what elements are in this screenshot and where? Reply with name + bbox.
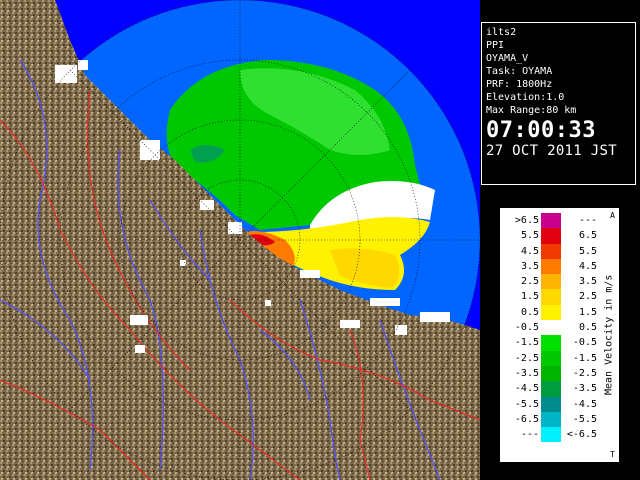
legend-swatch bbox=[541, 243, 561, 259]
legend-row-low: 1.5 bbox=[520, 291, 539, 303]
legend-row: -0.5 0.5 bbox=[501, 320, 601, 336]
legend-row-high: --- bbox=[578, 215, 597, 226]
legend-swatch bbox=[541, 289, 561, 305]
legend-rows: >6.5 --- 5.5 6.5 4.5 5.5 3.5 4.5 2.5 3.5 1.5 2.5 0.5… bbox=[501, 213, 601, 443]
legend-row: 0.5 1.5 bbox=[501, 304, 601, 321]
legend-row-high: 5.5 bbox=[578, 245, 597, 257]
legend-row-low: -1.5 bbox=[514, 337, 539, 349]
legend-row-high: 4.5 bbox=[578, 260, 597, 272]
legend-row-low: -6.5 bbox=[514, 413, 539, 425]
legend-row-low: 0.5 bbox=[520, 306, 539, 318]
legend-row: 4.5 5.5 bbox=[501, 243, 601, 259]
legend-row-low: 3.5 bbox=[520, 260, 539, 272]
legend-row-high: -3.5 bbox=[572, 383, 597, 395]
legend-swatch bbox=[541, 335, 561, 351]
legend-row-low: -3.5 bbox=[514, 367, 539, 379]
legend-swatch bbox=[541, 365, 561, 382]
legend-row: -2.5 -1.5 bbox=[501, 350, 601, 366]
legend-row-high: -2.5 bbox=[572, 367, 597, 379]
legend-row-low: 4.5 bbox=[520, 245, 539, 257]
legend-row-high: <-6.5 bbox=[566, 429, 597, 441]
legend-swatch bbox=[541, 350, 561, 366]
legend-row: -5.5 -4.5 bbox=[501, 396, 601, 412]
elevation-value: Elevation:1.0 bbox=[486, 92, 565, 103]
legend-swatch bbox=[541, 213, 561, 229]
legend-row: 3.5 4.5 bbox=[501, 258, 601, 275]
legend-row-low: -0.5 bbox=[514, 322, 539, 334]
legend-row: >6.5 --- bbox=[501, 213, 601, 229]
legend-row-low: -5.5 bbox=[514, 398, 539, 410]
legend-row-high: 3.5 bbox=[578, 276, 597, 288]
legend-swatch bbox=[541, 427, 561, 443]
legend-row-low: --- bbox=[520, 429, 539, 441]
legend-swatch bbox=[541, 274, 561, 290]
radar-display bbox=[0, 0, 480, 480]
legend-row: -3.5 -2.5 bbox=[501, 365, 601, 382]
legend-row: -4.5 -3.5 bbox=[501, 381, 601, 397]
station-name: ilts2 bbox=[486, 27, 517, 38]
legend-row-low: 2.5 bbox=[520, 276, 539, 288]
info-panel: ilts2 PPI OYAMA_V Task: OYAMA PRF: 1800H… bbox=[481, 22, 636, 185]
legend-swatch bbox=[541, 411, 561, 428]
task-name: Task: OYAMA bbox=[486, 66, 553, 77]
legend-corner-top: A bbox=[610, 211, 615, 220]
legend-row: 1.5 2.5 bbox=[501, 289, 601, 305]
legend-row-high: -1.5 bbox=[572, 352, 597, 364]
legend-swatch bbox=[541, 381, 561, 397]
legend-row-high: 6.5 bbox=[578, 230, 597, 242]
observation-time: 07:00:33 bbox=[486, 118, 596, 143]
legend-title: Mean Velocity in m/s bbox=[603, 274, 615, 396]
legend-row-low: -4.5 bbox=[514, 383, 539, 395]
legend-row-low: >6.5 bbox=[514, 215, 539, 226]
legend-row-high: 0.5 bbox=[578, 322, 597, 334]
product-type: PPI bbox=[486, 40, 505, 51]
legend-row: -6.5 -5.5 bbox=[501, 411, 601, 428]
legend-row-low: -2.5 bbox=[514, 352, 539, 364]
legend-swatch bbox=[541, 258, 561, 275]
legend-row-high: -5.5 bbox=[572, 413, 597, 425]
legend-row-high: -0.5 bbox=[572, 337, 597, 349]
legend-swatch bbox=[541, 304, 561, 321]
radar-name: OYAMA_V bbox=[486, 53, 529, 64]
legend-swatch bbox=[541, 320, 561, 336]
legend-row-high: 2.5 bbox=[578, 291, 597, 303]
prf-value: PRF: 1800Hz bbox=[486, 79, 553, 90]
legend-row-high: -4.5 bbox=[572, 398, 597, 410]
legend-corner-bottom: T bbox=[610, 450, 615, 459]
legend-row: -1.5 -0.5 bbox=[501, 335, 601, 351]
legend-row-high: 1.5 bbox=[578, 306, 597, 318]
velocity-legend: >6.5 --- 5.5 6.5 4.5 5.5 3.5 4.5 2.5 3.5 1.5 2.5 0.5… bbox=[500, 208, 619, 462]
legend-row: 2.5 3.5 bbox=[501, 274, 601, 290]
legend-row: --- <-6.5 bbox=[501, 427, 601, 443]
legend-swatch bbox=[541, 228, 561, 244]
legend-swatch bbox=[541, 396, 561, 412]
max-range-value: Max Range:80 km bbox=[486, 105, 577, 116]
legend-row-low: 5.5 bbox=[520, 230, 539, 242]
observation-date: 27 OCT 2011 JST bbox=[486, 143, 617, 159]
legend-row: 5.5 6.5 bbox=[501, 228, 601, 244]
